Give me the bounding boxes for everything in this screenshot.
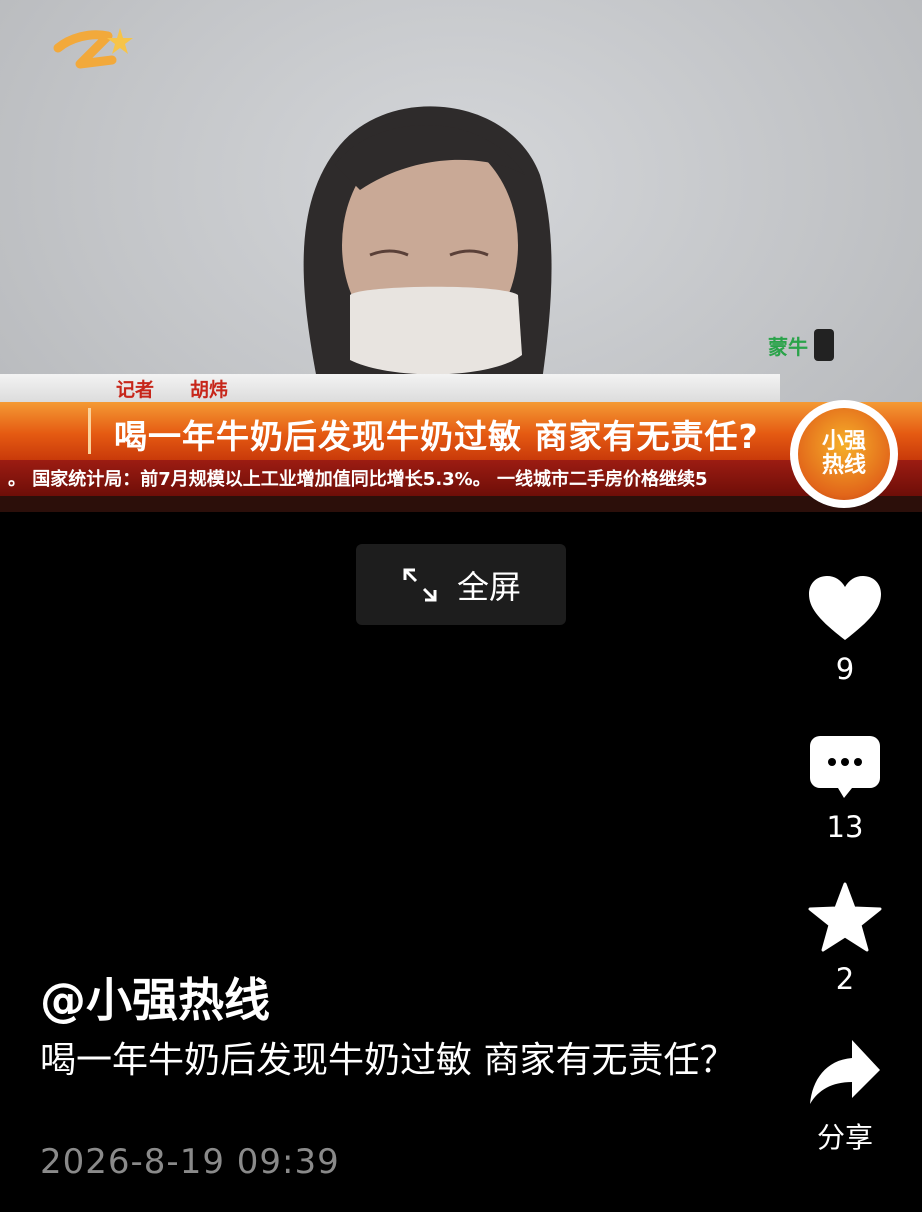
sponsor-text: 蒙牛	[768, 334, 808, 359]
ticker-strip	[0, 496, 922, 512]
post-timestamp: 2026-8-19 09:39	[40, 1142, 340, 1182]
comment-action[interactable]: 13	[800, 736, 890, 844]
program-badge-text: 小强热线	[821, 429, 866, 478]
favorite-action[interactable]: 2	[800, 882, 890, 996]
fullscreen-button[interactable]: 全屏	[356, 544, 566, 625]
program-badge: 小强热线	[790, 400, 898, 508]
fullscreen-icon	[403, 568, 437, 601]
comment-icon	[810, 736, 880, 798]
reporter-name: 胡炜	[190, 378, 229, 401]
like-count: 9	[835, 652, 855, 686]
news-ticker: 。 国家统计局：前7月规模以上工业增加值同比增长5.3%。 一线城市二手房价格继…	[0, 460, 922, 496]
comment-count: 13	[826, 810, 864, 844]
channel-logo-icon	[53, 28, 133, 69]
star-icon	[808, 882, 882, 952]
ticker-text: 。 国家统计局：前7月规模以上工业增加值同比增长5.3%。 一线城市二手房价格继…	[8, 469, 708, 490]
headline-text: 喝一年牛奶后发现牛奶过敏 商家有无责任?	[114, 417, 759, 456]
sponsor-logo: 蒙牛	[768, 329, 834, 361]
interviewee-figure	[303, 106, 552, 395]
heart-icon	[809, 576, 881, 640]
headline-bar: 喝一年牛奶后发现牛奶过敏 商家有无责任?	[0, 402, 922, 460]
like-action[interactable]: 9	[800, 576, 890, 686]
reporter-bar: 记者 胡炜	[0, 374, 780, 402]
sponsor-badge-icon	[814, 329, 834, 361]
headline-divider	[88, 408, 91, 454]
favorite-count: 2	[835, 962, 855, 996]
author-handle[interactable]: @小强热线	[40, 964, 270, 1030]
post-caption: 喝一年牛奶后发现牛奶过敏 商家有无责任？	[40, 1040, 736, 1081]
fullscreen-label: 全屏	[456, 567, 521, 606]
share-action[interactable]: 分享	[800, 1038, 890, 1156]
video-player[interactable]: 蒙牛 记者 胡炜 喝一年牛奶后发现牛奶过敏 商家有无责任? 。 国家统计局：前7…	[0, 0, 922, 512]
share-arrow-icon	[810, 1040, 880, 1104]
share-label: 分享	[816, 1121, 873, 1154]
reporter-label: 记者	[116, 378, 155, 401]
